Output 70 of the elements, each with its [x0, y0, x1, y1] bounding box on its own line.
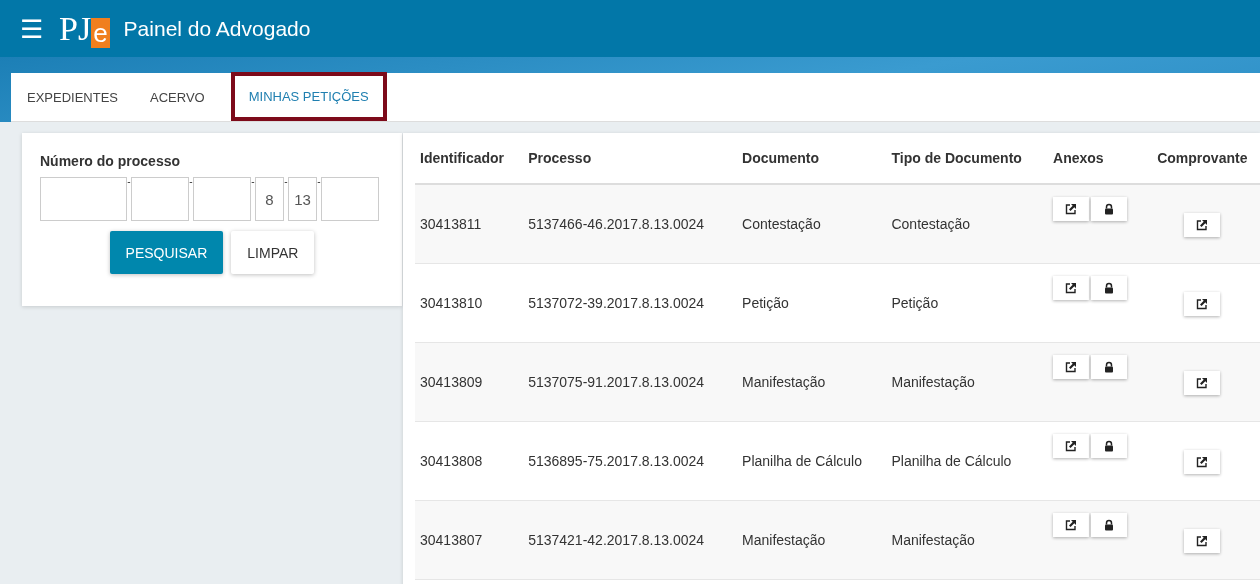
input-field[interactable]: 8	[255, 177, 284, 221]
clear-button[interactable]: LIMPAR	[231, 231, 315, 274]
lock-button[interactable]	[1091, 354, 1127, 379]
input-field[interactable]	[193, 177, 251, 221]
separator: -	[127, 177, 131, 187]
lock-button[interactable]	[1091, 512, 1127, 537]
table-cell: 5136895-75.2017.8.13.0024	[528, 452, 705, 469]
table-cell: Planilha de Cálculo	[891, 452, 1012, 469]
table-cell: 5137072-39.2017.8.13.0024	[528, 294, 705, 311]
lock-button[interactable]	[1091, 197, 1127, 221]
tab[interactable]: MINHAS PETIÇÕES	[230, 72, 387, 121]
external-link-icon	[1196, 534, 1209, 547]
open-external-button[interactable]	[1053, 433, 1089, 458]
table-cell: 30413810	[420, 294, 483, 311]
search-button[interactable]: PESQUISAR	[109, 231, 224, 274]
menu-icon[interactable]: ☰	[20, 15, 43, 42]
separator: -	[251, 177, 255, 187]
input-field[interactable]	[40, 177, 127, 221]
table-cell: 30413807	[420, 531, 483, 548]
external-link-icon	[1196, 376, 1209, 389]
lock-icon	[1104, 439, 1114, 452]
open-external-button[interactable]	[1053, 197, 1089, 221]
open-external-button[interactable]	[1184, 291, 1221, 316]
table-cell: 30413811	[420, 215, 482, 232]
table-cell: Contestação	[742, 215, 821, 232]
open-external-button[interactable]	[1184, 528, 1221, 553]
lock-button[interactable]	[1091, 275, 1127, 300]
open-external-button[interactable]	[1184, 449, 1221, 474]
table-cell: 5137466-46.2017.8.13.0024	[528, 215, 705, 232]
table-cell: Manifestação	[742, 531, 826, 548]
table-cell: Petição	[891, 294, 939, 311]
table-cell: 30413809	[420, 373, 483, 390]
open-external-button[interactable]	[1053, 275, 1089, 300]
input-field[interactable]	[131, 177, 189, 221]
separator: -	[189, 177, 193, 187]
table-cell: 5137075-91.2017.8.13.0024	[528, 373, 705, 390]
external-link-icon	[1196, 219, 1209, 231]
separator: -	[284, 177, 288, 187]
external-link-icon	[1065, 518, 1077, 531]
table-cell: Manifestação	[742, 373, 826, 390]
external-link-icon	[1065, 439, 1077, 452]
separator: -	[317, 177, 321, 187]
open-external-button[interactable]	[1184, 370, 1221, 395]
tab[interactable]: ACERVO	[134, 73, 221, 121]
external-link-icon	[1196, 455, 1209, 468]
field-label: Número do processo	[40, 153, 182, 169]
logo: PJe	[59, 9, 110, 48]
open-external-button[interactable]	[1053, 354, 1089, 379]
lock-icon	[1104, 281, 1114, 294]
table-cell: Petição	[742, 294, 789, 311]
table-cell: Manifestação	[891, 531, 975, 548]
input-field[interactable]	[321, 177, 379, 221]
external-link-icon	[1065, 203, 1077, 215]
table-cell: 5137421-42.2017.8.13.0024	[528, 531, 705, 548]
table-cell: Planilha de Cálculo	[742, 452, 862, 469]
table-cell: Manifestação	[891, 373, 975, 390]
open-external-button[interactable]	[1184, 213, 1221, 237]
input-field[interactable]: 13	[288, 177, 317, 221]
external-link-icon	[1065, 360, 1077, 373]
external-link-icon	[1196, 297, 1209, 310]
table-cell: 30413808	[420, 452, 483, 469]
external-link-icon	[1065, 281, 1077, 294]
lock-button[interactable]	[1091, 433, 1127, 458]
table-cell: Contestação	[891, 215, 971, 232]
lock-icon	[1104, 518, 1114, 531]
app-title: Painel do Advogado	[123, 16, 311, 41]
lock-icon	[1104, 203, 1114, 215]
lock-icon	[1104, 360, 1114, 373]
tab[interactable]: EXPEDIENTES	[11, 73, 135, 121]
open-external-button[interactable]	[1053, 512, 1089, 537]
